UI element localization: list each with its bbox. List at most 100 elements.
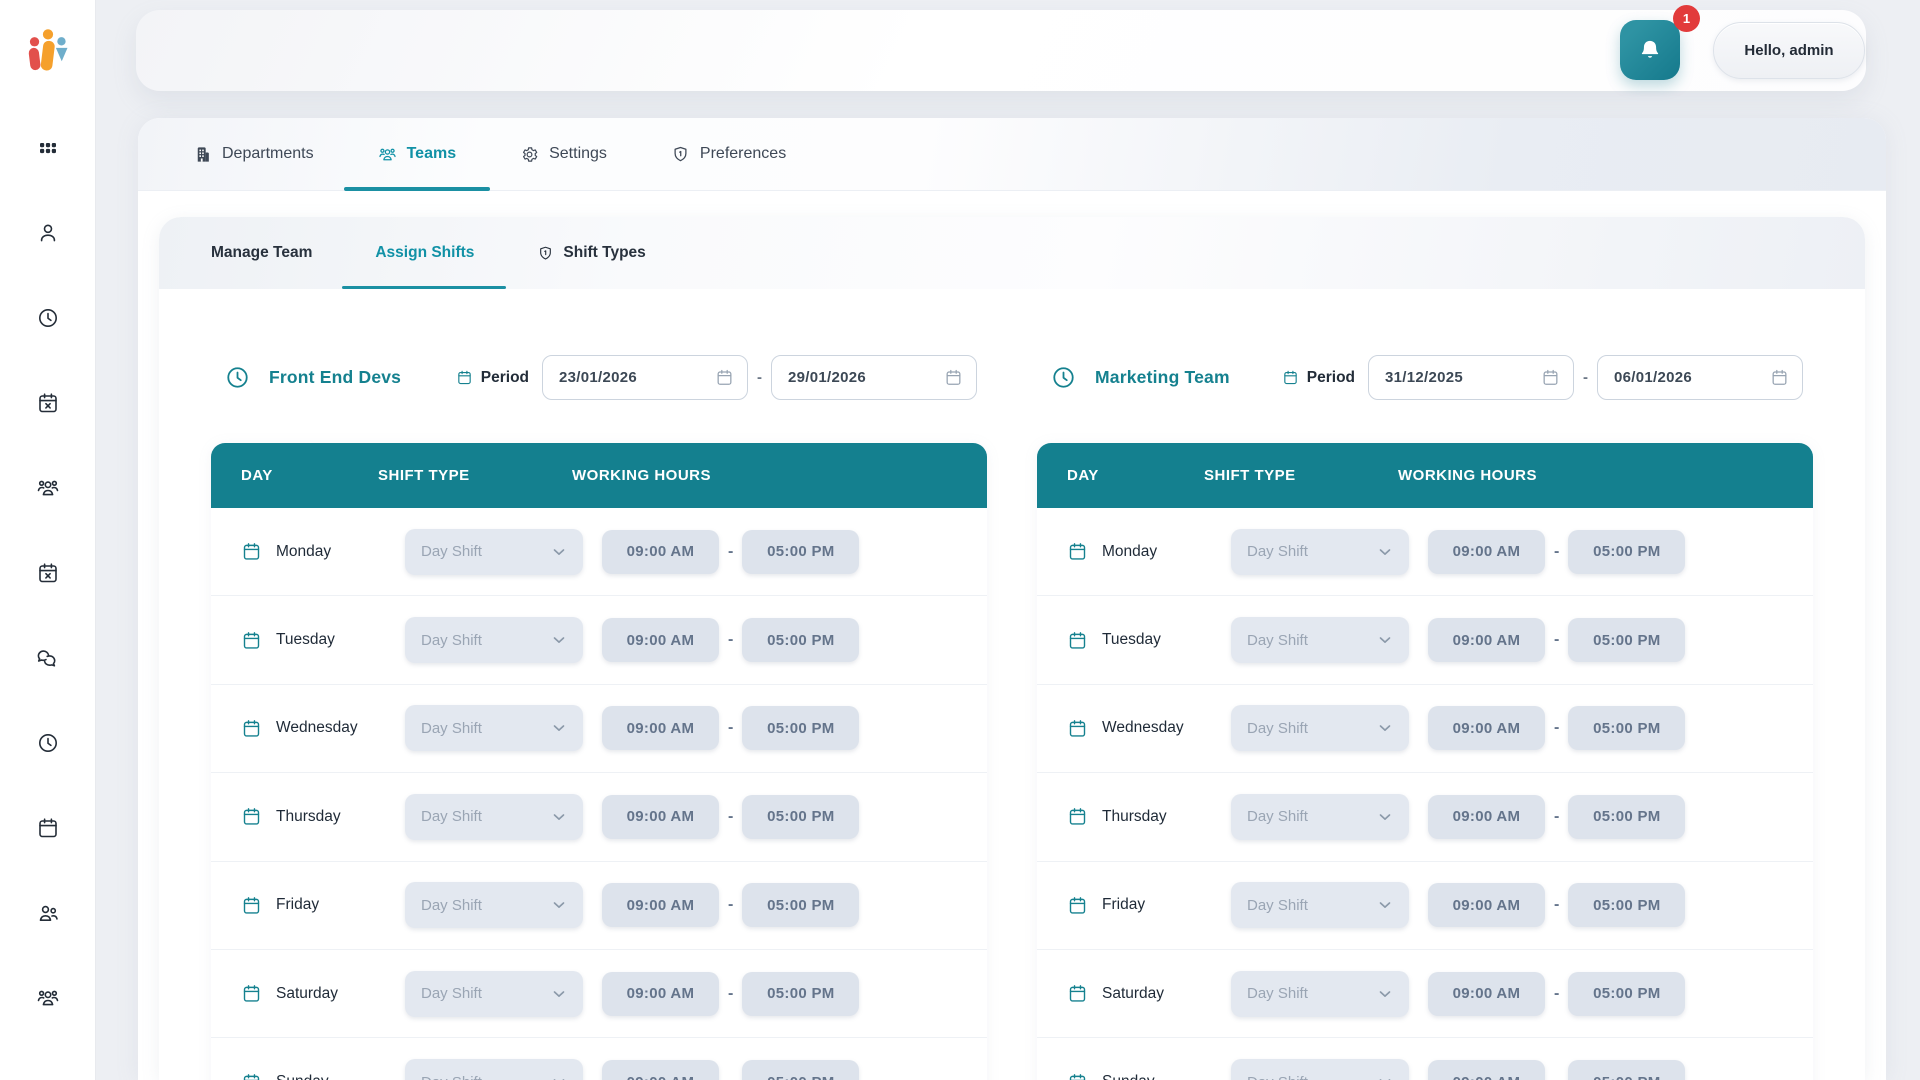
tab-settings[interactable]: Settings: [520, 118, 607, 190]
time-end-input[interactable]: 05:00 PM: [1568, 1060, 1685, 1080]
sub-panel: Manage Team Assign Shifts Shift Types Fr…: [159, 217, 1865, 1080]
chevron-down-icon: [550, 543, 568, 561]
shift-type-select[interactable]: Day Shift: [1231, 1059, 1409, 1080]
calendar-icon: [241, 541, 262, 562]
time-start-input[interactable]: 09:00 AM: [1428, 883, 1545, 927]
time-start-input[interactable]: 09:00 AM: [602, 972, 719, 1016]
shift-type-select[interactable]: Day Shift: [1231, 794, 1409, 840]
column-header-day: DAY: [211, 467, 378, 484]
tab-bar: Departments Teams Settings Preferences: [138, 118, 1886, 191]
time-end-input[interactable]: 05:00 PM: [1568, 530, 1685, 574]
time-separator: -: [1554, 808, 1559, 826]
shift-type-value: Day Shift: [1247, 543, 1308, 560]
sidebar-item-users-group[interactable]: [36, 986, 60, 1010]
period-start-input[interactable]: 23/01/2026: [542, 355, 748, 400]
time-start-input[interactable]: 09:00 AM: [1428, 972, 1545, 1016]
subtab-manage-team[interactable]: Manage Team: [211, 217, 312, 289]
shift-type-select[interactable]: Day Shift: [405, 1059, 583, 1080]
notification-bell-button[interactable]: 1: [1620, 20, 1680, 80]
shift-type-select[interactable]: Day Shift: [405, 971, 583, 1017]
time-separator: -: [1554, 543, 1559, 561]
time-start-input[interactable]: 09:00 AM: [1428, 530, 1545, 574]
sidebar-item-calendar[interactable]: [36, 816, 60, 840]
sidebar-item-user[interactable]: [36, 221, 60, 245]
time-end-input[interactable]: 05:00 PM: [1568, 706, 1685, 750]
sidebar-item-clock[interactable]: [36, 306, 60, 330]
period-end-input[interactable]: 29/01/2026: [771, 355, 977, 400]
sidebar-item-calendar-x[interactable]: [36, 391, 60, 415]
sidebar-item-users-two[interactable]: [36, 901, 60, 925]
shift-type-select[interactable]: Day Shift: [1231, 705, 1409, 751]
day-cell: Wednesday: [1037, 718, 1231, 739]
tab-teams[interactable]: Teams: [378, 118, 457, 190]
time-separator: -: [1554, 985, 1559, 1003]
chevron-down-icon: [1376, 631, 1394, 649]
table-row: Thursday Day Shift 09:00 AM - 05:00 PM: [211, 773, 987, 861]
calendar-icon: [944, 368, 963, 387]
time-end-input[interactable]: 05:00 PM: [742, 530, 859, 574]
time-start-input[interactable]: 09:00 AM: [1428, 795, 1545, 839]
shift-type-select[interactable]: Day Shift: [405, 705, 583, 751]
time-start-input[interactable]: 09:00 AM: [602, 530, 719, 574]
time-end-input[interactable]: 05:00 PM: [742, 795, 859, 839]
time-end-input[interactable]: 05:00 PM: [742, 972, 859, 1016]
user-greeting-button[interactable]: Hello, admin: [1713, 22, 1865, 79]
tab-label: Preferences: [700, 145, 786, 163]
time-start-input[interactable]: 09:00 AM: [602, 1060, 719, 1080]
day-label: Sunday: [276, 1073, 329, 1080]
tab-departments[interactable]: Departments: [193, 118, 314, 190]
time-separator: -: [728, 896, 733, 914]
time-end-input[interactable]: 05:00 PM: [1568, 795, 1685, 839]
shift-type-cell: Day Shift: [405, 882, 602, 928]
time-start-input[interactable]: 09:00 AM: [602, 795, 719, 839]
sidebar-item-clock[interactable]: [36, 731, 60, 755]
shift-type-select[interactable]: Day Shift: [1231, 617, 1409, 663]
calendar-icon: [1067, 895, 1088, 916]
shift-type-select[interactable]: Day Shift: [1231, 882, 1409, 928]
period-end-input[interactable]: 06/01/2026: [1597, 355, 1803, 400]
sidebar-item-users-group[interactable]: [36, 476, 60, 500]
sidebar-item-calendar-x[interactable]: [36, 561, 60, 585]
column-header-shift-type: SHIFT TYPE: [378, 467, 572, 484]
table-row: Tuesday Day Shift 09:00 AM - 05:00 PM: [1037, 596, 1813, 684]
time-end-input[interactable]: 05:00 PM: [1568, 618, 1685, 662]
table-row: Monday Day Shift 09:00 AM - 05:00 PM: [1037, 508, 1813, 596]
working-hours-cell: 09:00 AM - 05:00 PM: [602, 795, 987, 839]
team-section-front-end-devs: Front End Devs Period 23/01/2026 - 29/01…: [211, 289, 987, 1080]
shift-type-cell: Day Shift: [405, 971, 602, 1017]
time-start-input[interactable]: 09:00 AM: [1428, 706, 1545, 750]
tabs-panel: Departments Teams Settings Preferences M…: [138, 118, 1886, 1080]
sidebar-item-apps-grid[interactable]: [36, 136, 60, 160]
period-start-input[interactable]: 31/12/2025: [1368, 355, 1574, 400]
subtab-assign-shifts[interactable]: Assign Shifts: [375, 217, 474, 289]
sidebar-item-chat[interactable]: [36, 646, 60, 670]
subtab-shift-types[interactable]: Shift Types: [537, 217, 645, 289]
shift-type-select[interactable]: Day Shift: [1231, 971, 1409, 1017]
time-start-input[interactable]: 09:00 AM: [602, 706, 719, 750]
shift-type-select[interactable]: Day Shift: [405, 794, 583, 840]
shift-type-select[interactable]: Day Shift: [405, 617, 583, 663]
bell-icon: [1636, 36, 1664, 64]
shift-type-select[interactable]: Day Shift: [405, 529, 583, 575]
time-end-input[interactable]: 05:00 PM: [742, 706, 859, 750]
shift-type-select[interactable]: Day Shift: [1231, 529, 1409, 575]
shift-type-cell: Day Shift: [1231, 705, 1428, 751]
time-start-input[interactable]: 09:00 AM: [602, 883, 719, 927]
time-end-input[interactable]: 05:00 PM: [742, 883, 859, 927]
time-end-input[interactable]: 05:00 PM: [742, 618, 859, 662]
tab-preferences[interactable]: Preferences: [671, 118, 786, 190]
tab-label: Settings: [549, 145, 607, 163]
time-end-input[interactable]: 05:00 PM: [1568, 883, 1685, 927]
time-end-input[interactable]: 05:00 PM: [742, 1060, 859, 1080]
time-end-input[interactable]: 05:00 PM: [1568, 972, 1685, 1016]
users-group-icon: [378, 145, 397, 164]
day-label: Saturday: [276, 985, 338, 1003]
day-cell: Wednesday: [211, 718, 405, 739]
day-cell: Sunday: [211, 1072, 405, 1080]
working-hours-cell: 09:00 AM - 05:00 PM: [1428, 530, 1813, 574]
time-start-input[interactable]: 09:00 AM: [1428, 618, 1545, 662]
clock-icon: [1050, 364, 1077, 391]
time-start-input[interactable]: 09:00 AM: [1428, 1060, 1545, 1080]
time-start-input[interactable]: 09:00 AM: [602, 618, 719, 662]
shift-type-select[interactable]: Day Shift: [405, 882, 583, 928]
